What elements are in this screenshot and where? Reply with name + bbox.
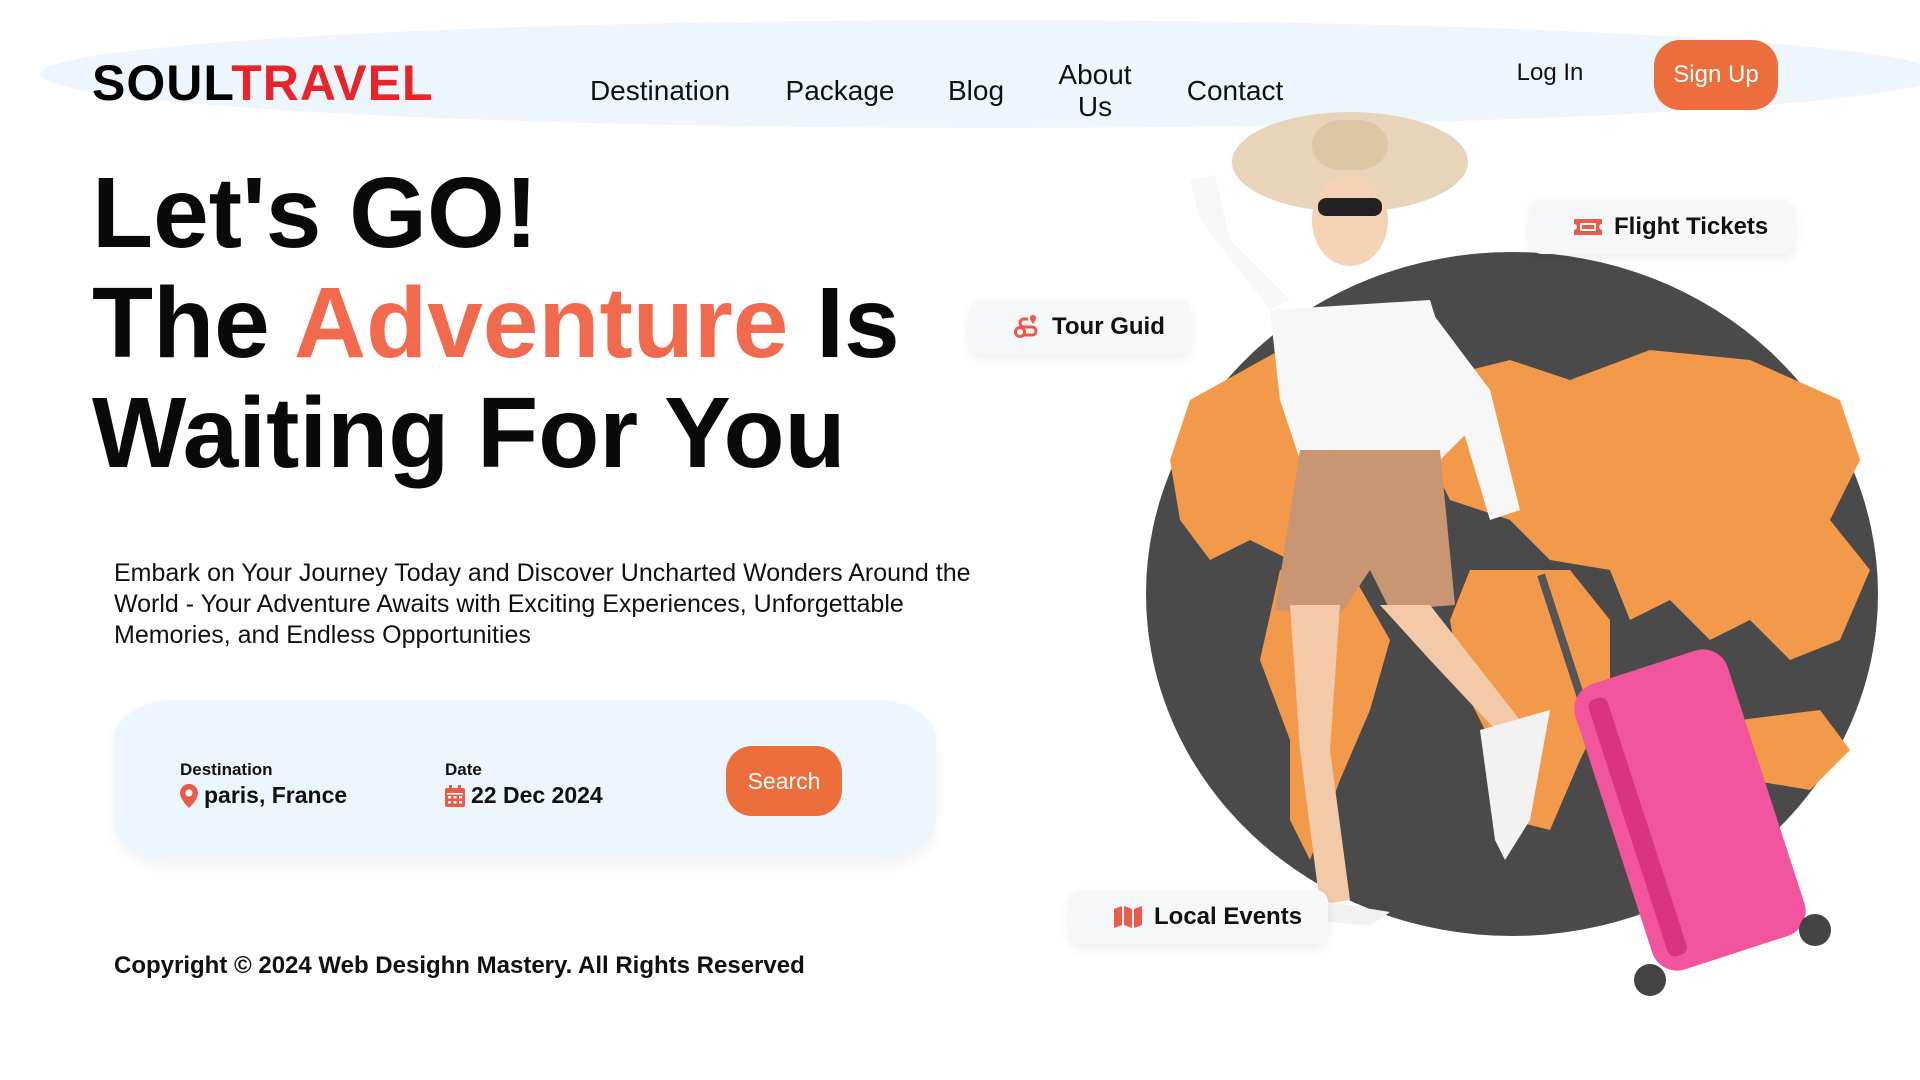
chip-tour-guide[interactable]: Tour Guid	[970, 300, 1191, 354]
brand-logo-part1: SOUL	[92, 55, 232, 111]
chip-local-events[interactable]: Local Events	[1070, 890, 1329, 944]
date-label: Date	[445, 760, 482, 779]
headline-line3: Waiting For You	[92, 377, 846, 489]
chip-flight-tickets-label: Flight Tickets	[1614, 213, 1769, 240]
destination-value: paris, France	[204, 782, 348, 808]
map-icon	[1114, 906, 1142, 928]
hero-headline: Let's GO! The Adventure Is Waiting For Y…	[92, 158, 992, 488]
destination-field[interactable]: Destination paris, France	[180, 760, 347, 809]
date-field[interactable]: Date 22 Dec 2024	[445, 760, 603, 809]
destination-label: Destination	[180, 760, 273, 779]
headline-accent-word: Adventure	[293, 267, 789, 379]
date-value: 22 Dec 2024	[471, 782, 603, 808]
chip-local-events-label: Local Events	[1154, 903, 1303, 930]
headline-line2-suffix: Is	[788, 267, 900, 379]
chip-flight-tickets[interactable]: Flight Tickets	[1530, 200, 1795, 254]
hero-subtitle: Embark on Your Journey Today and Discove…	[114, 559, 971, 649]
route-icon	[1014, 315, 1038, 338]
search-button[interactable]: Search	[726, 746, 842, 816]
nav-link-destination[interactable]: Destination	[580, 58, 740, 124]
login-link[interactable]: Log In	[1500, 56, 1600, 90]
brand-logo[interactable]: SOULTRAVEL	[92, 58, 433, 108]
hero-illustration: Flight Tickets Tour Guid Local Events	[970, 100, 1920, 1000]
nav-link-blog[interactable]: Blog	[938, 58, 1014, 124]
search-card: Destination paris, France Date 22 Dec 20…	[114, 700, 936, 860]
chip-tour-guide-label: Tour Guid	[1052, 313, 1165, 340]
nav-link-package[interactable]: Package	[780, 58, 900, 124]
headline-line2-prefix: The	[92, 267, 294, 379]
calendar-icon	[445, 784, 465, 807]
ticket-icon	[1574, 219, 1602, 235]
headline-line1: Let's GO!	[92, 157, 539, 269]
brand-logo-part2: TRAVEL	[231, 55, 434, 111]
map-pin-icon	[180, 783, 198, 808]
copyright-text: Copyright © 2024 Web Desighn Mastery. Al…	[114, 952, 805, 979]
